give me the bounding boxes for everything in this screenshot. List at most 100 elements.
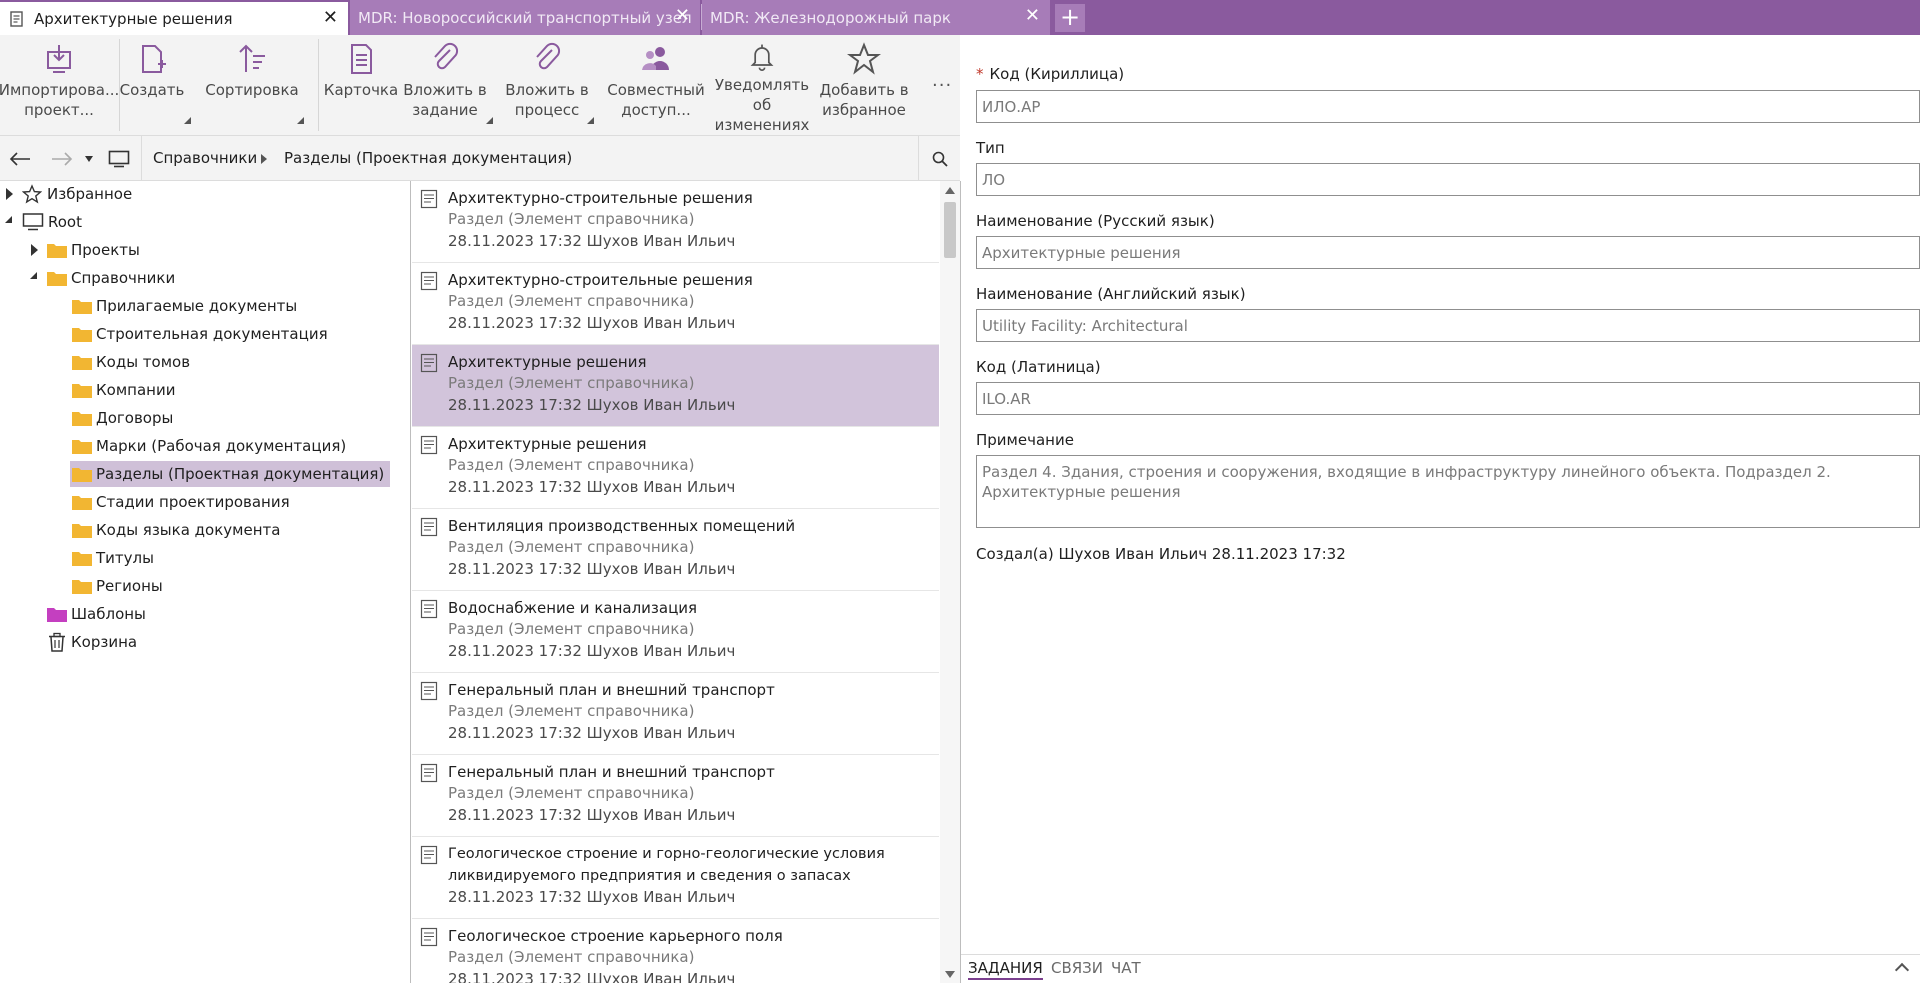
list-scrollbar[interactable] <box>940 181 960 983</box>
tab-label: Архитектурные решения <box>34 9 233 28</box>
nav-divider <box>918 136 919 181</box>
attach-to-process-button[interactable]: Вложить в процесс <box>503 35 591 135</box>
list-item[interactable]: Генеральный план и внешний транспорт Раз… <box>412 673 939 755</box>
tree-item-construction-docs[interactable]: Строительная документация <box>72 321 328 347</box>
nav-divider <box>141 136 142 181</box>
tree-item-companies[interactable]: Компании <box>72 377 175 403</box>
tab-chat[interactable]: ЧАТ <box>1111 959 1141 977</box>
close-icon[interactable]: ✕ <box>323 9 338 27</box>
attach-process-dropdown-caret[interactable] <box>587 117 594 124</box>
tab-mdr-novorossiysk[interactable]: MDR: Новороссийский транспортный узел ✕ <box>350 0 700 35</box>
breadcrumb-directories[interactable]: Справочники <box>153 149 257 167</box>
forward-arrow-icon[interactable] <box>48 136 76 181</box>
tree-label: Коды томов <box>96 353 191 371</box>
tree-item-directories[interactable]: Справочники <box>47 265 175 291</box>
folder-icon <box>72 580 92 594</box>
directory-item-icon <box>420 353 438 373</box>
trash-icon <box>49 632 65 652</box>
item-meta: 28.11.2023 17:32 Шухов Иван Ильич <box>448 560 736 578</box>
expand-arrow-icon[interactable] <box>6 188 13 200</box>
scroll-down-arrow-icon[interactable] <box>945 971 955 978</box>
create-button[interactable]: Создать <box>120 35 184 135</box>
notify-label: Уведомлять об изменениях <box>714 76 810 134</box>
item-card-form: * Код (Кириллица) Тип Наименование (Русск… <box>961 35 1920 983</box>
item-title: Геологическое строение карьерного поля <box>448 927 783 945</box>
back-arrow-icon[interactable] <box>6 136 34 181</box>
share-access-button[interactable]: Совместный доступ... <box>607 35 705 135</box>
import-icon <box>47 45 71 73</box>
tree-item-templates[interactable]: Шаблоны <box>47 601 146 627</box>
import-project-button[interactable]: Импортирова... проект... <box>0 35 119 135</box>
tree-item-sections[interactable]: Разделы (Проектная документация) <box>70 461 391 487</box>
list-item[interactable]: Водоснабжение и канализация Раздел (Элем… <box>412 591 939 673</box>
item-title: Генеральный план и внешний транспорт <box>448 763 775 781</box>
toolbar: Импортирова... проект... Создать Сортиро… <box>0 35 960 136</box>
history-dropdown-icon[interactable] <box>82 136 96 181</box>
tab-tasks[interactable]: ЗАДАНИЯ <box>968 959 1043 980</box>
paperclip-icon <box>536 42 561 70</box>
notify-changes-button[interactable]: Уведомлять об изменениях <box>707 35 817 135</box>
sort-button[interactable]: Сортировка <box>200 35 304 135</box>
add-to-favorites-button[interactable]: Добавить в избранное <box>818 35 910 135</box>
item-meta: 28.11.2023 17:32 Шухов Иван Ильич <box>448 888 736 906</box>
chevron-up-icon[interactable] <box>1894 962 1910 978</box>
tree-item-regions[interactable]: Регионы <box>72 573 163 599</box>
item-title: Архитектурно-строительные решения <box>448 189 753 207</box>
more-options-icon[interactable]: ··· <box>932 75 952 96</box>
expand-arrow-icon[interactable] <box>31 244 38 256</box>
search-icon[interactable] <box>926 136 954 181</box>
tab-mdr-railway-park[interactable]: MDR: Железнодорожный парк ✕ <box>702 0 1050 35</box>
name-english-input[interactable] <box>976 309 1920 342</box>
tab-architectural-solutions[interactable]: Архитектурные решения ✕ <box>0 2 348 35</box>
card-button[interactable]: Карточка <box>322 35 400 135</box>
attach-to-task-button[interactable]: Вложить в задание <box>402 35 488 135</box>
sort-icon <box>239 44 265 72</box>
type-input[interactable] <box>976 163 1920 196</box>
list-item[interactable]: Архитектурно-строительные решения Раздел… <box>412 181 939 263</box>
close-icon[interactable]: ✕ <box>675 7 690 25</box>
list-item[interactable]: Архитектурно-строительные решения Раздел… <box>412 263 939 345</box>
directory-item-icon <box>420 681 438 701</box>
collapse-arrow-icon[interactable] <box>30 272 37 279</box>
list-item-selected[interactable]: Архитектурные решения Раздел (Элемент сп… <box>412 345 939 427</box>
attach-task-dropdown-caret[interactable] <box>486 117 493 124</box>
required-mark: * <box>976 65 984 83</box>
list-item[interactable]: Вентиляция производственных помещений Ра… <box>412 509 939 591</box>
list-item[interactable]: Геологическое строение карьерного поля Р… <box>412 919 939 983</box>
tree-item-volume-codes[interactable]: Коды томов <box>72 349 190 375</box>
tree-item-root[interactable]: Root <box>22 209 82 235</box>
code-cyrillic-label-text: Код (Кириллица) <box>989 65 1125 83</box>
item-meta: 28.11.2023 17:32 Шухов Иван Ильич <box>448 642 736 660</box>
close-icon[interactable]: ✕ <box>1025 7 1040 25</box>
tree-item-attached-documents[interactable]: Прилагаемые документы <box>72 293 297 319</box>
tree-item-language-codes[interactable]: Коды языка документа <box>72 517 280 543</box>
document-tab-bar: Архитектурные решения ✕ MDR: Новороссийс… <box>0 0 1920 35</box>
code-latin-input[interactable] <box>976 382 1920 415</box>
add-tab-button[interactable]: + <box>1055 4 1085 32</box>
tab-links[interactable]: СВЯЗИ <box>1051 959 1103 977</box>
tree-item-design-stages[interactable]: Стадии проектирования <box>72 489 290 515</box>
tree-item-titles[interactable]: Титулы <box>72 545 154 571</box>
item-meta: 28.11.2023 17:32 Шухов Иван Ильич <box>448 232 736 250</box>
folder-icon <box>72 356 92 370</box>
list-item[interactable]: Геологическое строение и горно-геологиче… <box>412 837 939 919</box>
tree-item-favorites[interactable]: Избранное <box>22 181 132 207</box>
tab-label: MDR: Железнодорожный парк <box>710 8 951 27</box>
name-russian-input[interactable] <box>976 236 1920 269</box>
list-item[interactable]: Архитектурные решения Раздел (Элемент сп… <box>412 427 939 509</box>
sort-dropdown-caret[interactable] <box>297 117 304 124</box>
list-item[interactable]: Генеральный план и внешний транспорт Раз… <box>412 755 939 837</box>
tree-item-contracts[interactable]: Договоры <box>72 405 173 431</box>
tree-item-projects[interactable]: Проекты <box>47 237 140 263</box>
create-dropdown-caret[interactable] <box>184 117 191 124</box>
users-icon <box>642 47 669 70</box>
collapse-arrow-icon[interactable] <box>5 216 12 223</box>
code-cyrillic-input[interactable] <box>976 90 1920 123</box>
computer-icon[interactable] <box>106 136 132 181</box>
scrollbar-thumb[interactable] <box>944 202 956 258</box>
breadcrumb-sections[interactable]: Разделы (Проектная документация) <box>284 149 572 167</box>
tree-item-marks[interactable]: Марки (Рабочая документация) <box>72 433 346 459</box>
note-textarea[interactable]: Раздел 4. Здания, строения и сооружения,… <box>976 455 1920 528</box>
tree-item-trash[interactable]: Корзина <box>47 629 137 655</box>
scroll-up-arrow-icon[interactable] <box>945 187 955 194</box>
